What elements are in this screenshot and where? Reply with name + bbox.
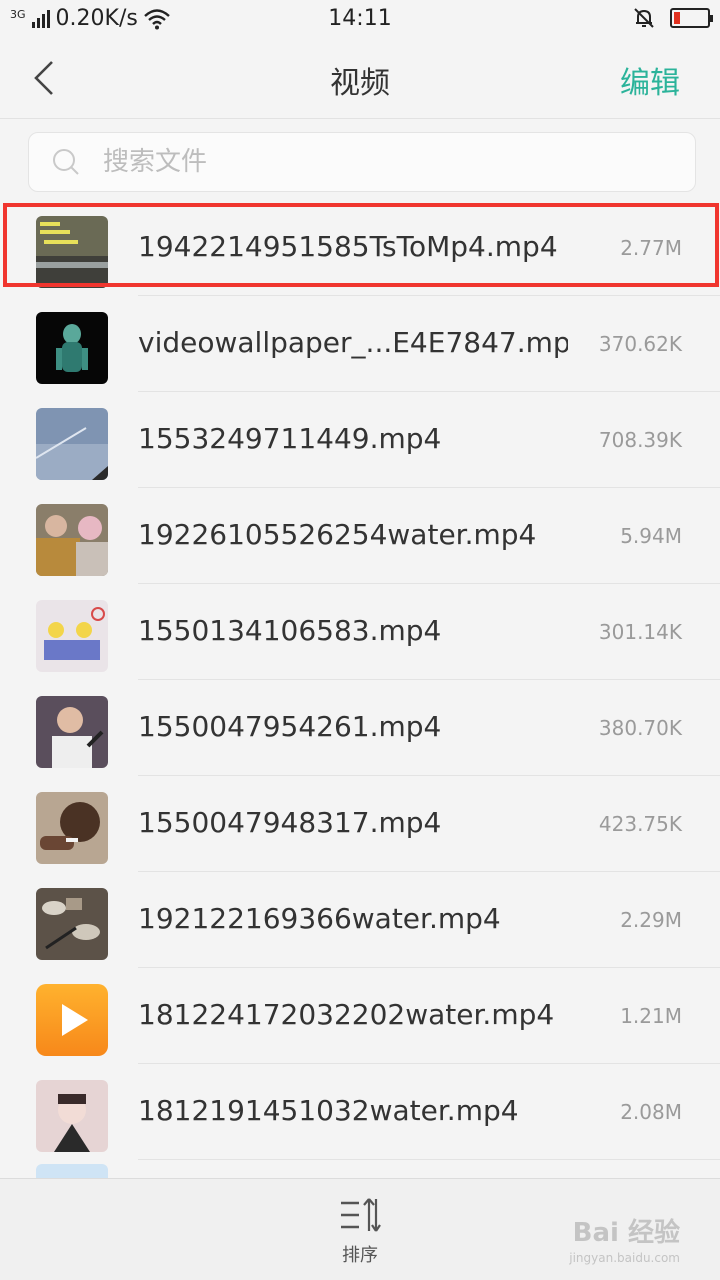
video-thumbnail [36,696,108,768]
divider [138,1159,720,1160]
file-size: 2.29M [620,908,682,932]
watermark-brand: Bai 经验 [572,1218,680,1248]
title-bar: 视频 编辑 [0,40,720,118]
watermark: Bai 经验 jingyan.baidu.com [569,1212,680,1265]
mute-bell-icon [634,8,654,28]
file-name: 1550047948317.mp4 [138,806,442,839]
battery-icon [670,8,713,28]
file-name: 1812191451032water.mp4 [138,1094,519,1127]
list-item[interactable]: 1550047948317.mp4 423.75K [0,776,720,872]
page-title: 视频 [330,66,390,101]
list-item[interactable]: 1553249711449.mp4 708.39K [0,392,720,488]
file-size: 301.14K [598,620,682,644]
list-item[interactable]: 1942214951585TsToMp4.mp4 2.77M [0,200,720,296]
file-size: 2.77M [620,236,682,260]
file-size: 1.21M [620,1004,682,1028]
status-bar: 3G 0.20K/s 14:11 [0,0,720,40]
video-thumbnail [36,792,108,864]
battery-level [674,12,680,24]
video-play-icon [36,984,108,1056]
video-thumbnail [36,504,108,576]
video-thumbnail [36,312,108,384]
sort-label: 排序 [342,1245,378,1266]
video-thumbnail [36,600,108,672]
next-item-thumbnail-peek [36,1164,108,1178]
list-item[interactable]: 19226105526254water.mp4 5.94M [0,488,720,584]
file-size: 708.39K [598,428,682,452]
video-thumbnail [36,216,108,288]
file-name: 1550047954261.mp4 [138,710,442,743]
file-size: 423.75K [598,812,682,836]
file-size: 370.62K [598,332,682,356]
file-size: 5.94M [620,524,682,548]
video-thumbnail [36,888,108,960]
file-list: 1942214951585TsToMp4.mp4 2.77M videowall… [0,200,720,1160]
list-item[interactable]: 1550134106583.mp4 301.14K [0,584,720,680]
file-name: 192122169366water.mp4 [138,902,501,935]
file-name: 1553249711449.mp4 [138,422,442,455]
list-item[interactable]: videowallpaper_...E4E7847.mp4 370.62K [0,296,720,392]
edit-button[interactable]: 编辑 [620,58,680,102]
file-size: 380.70K [598,716,682,740]
search-icon [53,149,79,175]
file-name: 181224172032202water.mp4 [138,998,555,1031]
watermark-url: jingyan.baidu.com [569,1251,680,1265]
sort-button[interactable]: 排序 [320,1195,400,1271]
status-right [632,6,713,30]
list-item[interactable]: 181224172032202water.mp4 1.21M [0,968,720,1064]
title-divider [0,118,720,119]
video-thumbnail [36,408,108,480]
search-box[interactable] [28,132,696,192]
file-name: 1942214951585TsToMp4.mp4 [138,230,558,263]
file-name: 1550134106583.mp4 [138,614,442,647]
file-name: videowallpaper_...E4E7847.mp4 [138,326,568,359]
video-thumbnail [36,1080,108,1152]
sort-icon [341,1198,381,1232]
list-item[interactable]: 192122169366water.mp4 2.29M [0,872,720,968]
list-item[interactable]: 1812191451032water.mp4 2.08M [0,1064,720,1160]
file-size: 2.08M [620,1100,682,1124]
file-name: 19226105526254water.mp4 [138,518,537,551]
clock: 14:11 [328,6,392,31]
chevron-left-icon[interactable] [26,58,66,98]
list-item[interactable]: 1550047954261.mp4 380.70K [0,680,720,776]
search-input[interactable] [103,147,695,177]
